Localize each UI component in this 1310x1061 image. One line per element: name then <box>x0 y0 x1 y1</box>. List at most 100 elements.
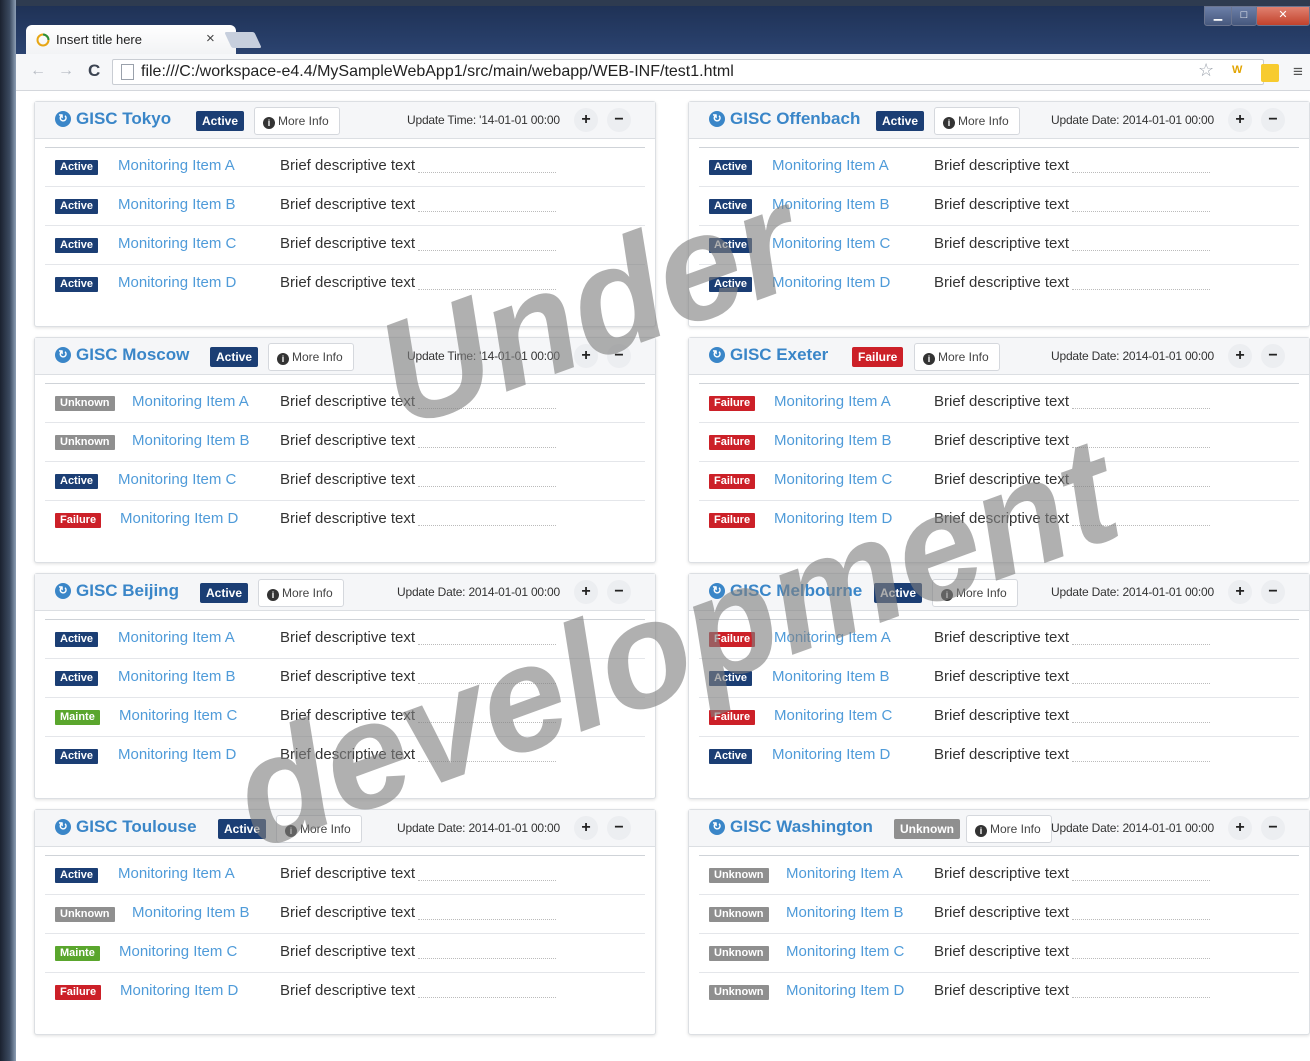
expand-button[interactable]: + <box>574 344 598 368</box>
item-description: Brief descriptive text <box>280 707 556 724</box>
panel-title[interactable]: GISC Exeter <box>730 345 828 365</box>
collapse-button[interactable]: − <box>1261 580 1285 604</box>
monitoring-item-link[interactable]: Monitoring Item B <box>118 668 236 685</box>
monitoring-item-link[interactable]: Monitoring Item B <box>132 904 250 921</box>
more-info-button[interactable]: i More Info <box>268 343 354 371</box>
monitoring-item-link[interactable]: Monitoring Item C <box>118 471 236 488</box>
monitoring-item-link[interactable]: Monitoring Item D <box>774 510 892 527</box>
new-tab-button[interactable] <box>224 32 262 48</box>
item-status-badge: Unknown <box>55 907 115 922</box>
monitoring-item-link[interactable]: Monitoring Item A <box>118 629 235 646</box>
collapse-button[interactable]: − <box>607 344 631 368</box>
more-info-button[interactable]: i More Info <box>932 579 1018 607</box>
panel-header: ↻ GISC Offenbach Active i More Info Update Da… <box>689 102 1309 139</box>
maximize-button[interactable]: □ <box>1231 6 1257 26</box>
panel-title[interactable]: GISC Washington <box>730 817 873 837</box>
monitoring-item-link[interactable]: Monitoring Item A <box>774 629 891 646</box>
list-item: Failure Monitoring Item C Brief descriptiv… <box>699 697 1299 736</box>
back-icon[interactable]: ← <box>30 62 46 80</box>
monitoring-item-link[interactable]: Monitoring Item A <box>774 393 891 410</box>
collapse-button[interactable]: − <box>607 108 631 132</box>
item-description: Brief descriptive text <box>280 904 556 921</box>
close-window-button[interactable]: ✕ <box>1256 6 1310 26</box>
expand-button[interactable]: + <box>574 580 598 604</box>
monitoring-item-link[interactable]: Monitoring Item B <box>774 432 892 449</box>
list-item: Mainte Monitoring Item C Brief descriptive… <box>45 933 645 972</box>
collapse-button[interactable]: − <box>1261 816 1285 840</box>
monitoring-item-link[interactable]: Monitoring Item B <box>118 196 236 213</box>
monitoring-item-link[interactable]: Monitoring Item C <box>774 471 892 488</box>
more-info-button[interactable]: i More Info <box>254 107 340 135</box>
more-info-button[interactable]: i More Info <box>966 815 1052 843</box>
collapse-button[interactable]: − <box>1261 108 1285 132</box>
globe-icon: ↻ <box>709 111 725 127</box>
desktop-edge <box>0 0 16 1061</box>
collapse-button[interactable]: − <box>1261 344 1285 368</box>
monitoring-item-link[interactable]: Monitoring Item A <box>132 393 249 410</box>
menu-icon[interactable]: ≡ <box>1293 62 1303 82</box>
info-icon: i <box>277 353 289 365</box>
monitoring-item-link[interactable]: Monitoring Item B <box>772 196 890 213</box>
monitoring-item-link[interactable]: Monitoring Item C <box>119 707 237 724</box>
monitoring-item-link[interactable]: Monitoring Item C <box>786 943 904 960</box>
panel-title[interactable]: GISC Melbourne <box>730 581 862 601</box>
item-status-badge: Active <box>55 749 99 764</box>
panel-header: ↻ GISC Beijing Active i More Info Update Date… <box>35 574 655 611</box>
monitoring-item-link[interactable]: Monitoring Item B <box>772 668 890 685</box>
extension-w-icon[interactable]: W <box>1232 64 1242 76</box>
monitoring-item-link[interactable]: Monitoring Item A <box>118 157 235 174</box>
panel-title[interactable]: GISC Beijing <box>76 581 179 601</box>
bookmark-star-icon[interactable]: ☆ <box>1198 60 1214 81</box>
minimize-button[interactable]: ▁ <box>1204 6 1232 26</box>
more-info-button[interactable]: i More Info <box>934 107 1020 135</box>
monitoring-item-link[interactable]: Monitoring Item D <box>120 510 238 527</box>
panel-title[interactable]: GISC Moscow <box>76 345 189 365</box>
monitoring-item-link[interactable]: Monitoring Item D <box>120 982 238 999</box>
browser-tab[interactable]: Insert title here × <box>26 25 236 54</box>
panel-header: ↻ GISC Washington Unknown i More Info Update … <box>689 810 1309 847</box>
panel-title[interactable]: GISC Offenbach <box>730 109 860 129</box>
tab-title: Insert title here <box>56 32 142 47</box>
reload-icon[interactable]: C <box>88 61 100 81</box>
more-info-button[interactable]: i More Info <box>258 579 344 607</box>
update-time: Update Time: '14-01-01 00:00 <box>407 349 560 363</box>
monitoring-item-link[interactable]: Monitoring Item A <box>118 865 235 882</box>
monitoring-item-link[interactable]: Monitoring Item C <box>774 707 892 724</box>
panel-header: ↻ GISC Moscow Active i More Info Update Time:… <box>35 338 655 375</box>
monitoring-item-link[interactable]: Monitoring Item B <box>786 904 904 921</box>
expand-button[interactable]: + <box>1228 108 1252 132</box>
item-status-badge: Failure <box>55 985 102 1000</box>
monitoring-item-link[interactable]: Monitoring Item A <box>772 157 889 174</box>
monitoring-item-link[interactable]: Monitoring Item C <box>119 943 237 960</box>
monitoring-item-link[interactable]: Monitoring Item B <box>132 432 250 449</box>
monitoring-item-link[interactable]: Monitoring Item D <box>786 982 904 999</box>
monitoring-item-link[interactable]: Monitoring Item A <box>786 865 903 882</box>
monitoring-item-link[interactable]: Monitoring Item C <box>772 235 890 252</box>
collapse-button[interactable]: − <box>607 816 631 840</box>
list-item: Failure Monitoring Item A Brief descriptiv… <box>699 383 1299 422</box>
extension-note-icon[interactable] <box>1261 64 1279 82</box>
more-info-button[interactable]: i More Info <box>276 815 362 843</box>
monitoring-item-link[interactable]: Monitoring Item D <box>772 746 890 763</box>
expand-button[interactable]: + <box>1228 816 1252 840</box>
collapse-button[interactable]: − <box>607 580 631 604</box>
gisc-panel: ↻ GISC Tokyo Active i More Info Update Time: … <box>34 101 656 327</box>
panel-title[interactable]: GISC Toulouse <box>76 817 197 837</box>
panel-title[interactable]: GISC Tokyo <box>76 109 171 129</box>
expand-button[interactable]: + <box>574 816 598 840</box>
monitoring-item-link[interactable]: Monitoring Item C <box>118 235 236 252</box>
expand-button[interactable]: + <box>1228 580 1252 604</box>
tab-close-icon[interactable]: × <box>206 30 215 47</box>
monitoring-item-link[interactable]: Monitoring Item D <box>118 274 236 291</box>
expand-button[interactable]: + <box>1228 344 1252 368</box>
update-time: Update Date: 2014-01-01 00:00 <box>1051 585 1214 599</box>
list-item: Failure Monitoring Item D Brief descriptiv… <box>45 972 645 1011</box>
monitoring-item-link[interactable]: Monitoring Item D <box>772 274 890 291</box>
item-status-badge: Active <box>55 277 99 292</box>
forward-icon[interactable]: → <box>58 62 74 80</box>
monitoring-item-link[interactable]: Monitoring Item D <box>118 746 236 763</box>
expand-button[interactable]: + <box>574 108 598 132</box>
address-bar[interactable]: file:///C:/workspace-e4.4/MySampleWebApp… <box>112 59 1264 85</box>
more-info-button[interactable]: i More Info <box>914 343 1000 371</box>
item-status-badge: Failure <box>709 632 756 647</box>
